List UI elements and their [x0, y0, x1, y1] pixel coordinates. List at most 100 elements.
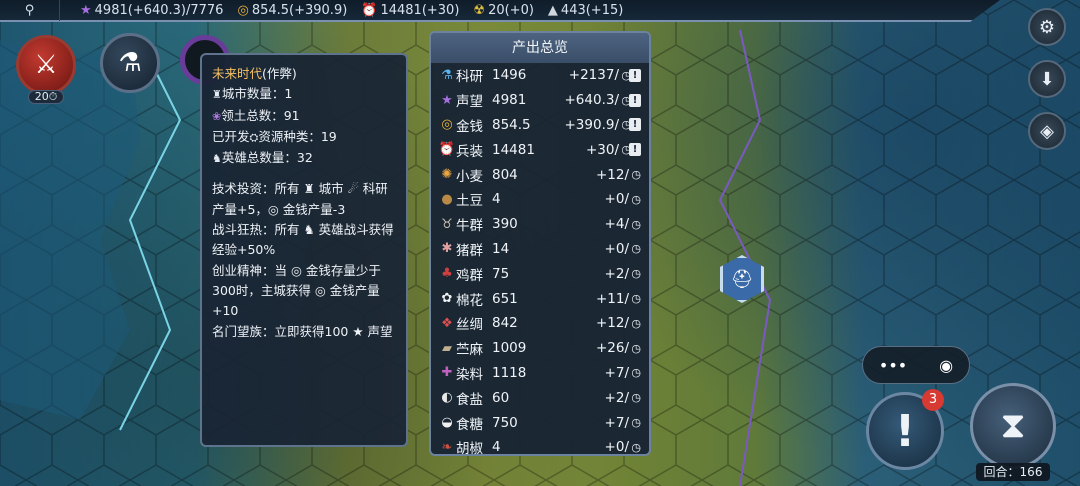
output-row-pig[interactable]: ✱ 猪群 14 +0/◷	[431, 237, 649, 262]
resource-amount: 75	[492, 265, 510, 282]
resource-type-icon: ⛭	[249, 130, 259, 144]
resource-rate: +30/	[585, 141, 619, 158]
effect-list: 技术投资：所有 ♜ 城市 ☄ 科研产量+5，◎ 金钱产量-3 战斗狂热：所有 ♞ …	[212, 179, 396, 341]
resource-name: 猪群	[456, 242, 483, 259]
download-button[interactable]: ⬇	[1028, 60, 1066, 98]
download-icon: ⬇	[1039, 68, 1055, 90]
silk-icon: ❖	[441, 315, 453, 331]
output-row-potato[interactable]: ● 土豆 4 +0/◷	[431, 187, 649, 212]
resource-value: 854.5(+390.9)	[251, 2, 348, 18]
resource-rate: +7/	[604, 364, 629, 381]
gold-icon: ◎	[441, 117, 453, 133]
tag-button[interactable]: ◈	[1028, 112, 1066, 150]
stat-label: 领土总数：	[221, 107, 284, 123]
resource-amount: 4981	[492, 92, 527, 109]
output-row-chicken[interactable]: ♣ 鸡群 75 +2/◷	[431, 261, 649, 286]
turn-counter: 回合：166	[976, 463, 1050, 481]
resource-name: 金钱	[456, 118, 483, 135]
flask-icon: ⚗	[118, 48, 142, 78]
clock-icon: ◷	[631, 292, 641, 306]
era-heading: 未来时代(作弊)	[212, 64, 396, 84]
battle-button[interactable]: ⚔	[16, 35, 76, 95]
stat-label: 资源种类：	[258, 128, 321, 144]
pig-icon: ✱	[441, 241, 453, 257]
output-row-prestige[interactable]: ★ 声望 4981 +640.3/◷!	[431, 88, 649, 113]
resource-rate: +390.9/	[564, 116, 619, 133]
more-icon[interactable]: •••	[879, 356, 907, 375]
resource-amount: 1496	[492, 67, 527, 84]
effect-text: 名门望族：立即获得100 ★ 声望	[212, 323, 393, 339]
output-row-wheat[interactable]: ✺ 小麦 804 +12/◷	[431, 162, 649, 187]
sugar-icon: ◒	[441, 415, 453, 431]
warning-icon[interactable]: !	[629, 118, 641, 132]
resource-anvil[interactable]: ▲ 443(+15)	[548, 3, 623, 18]
warning-icon[interactable]: !	[629, 68, 641, 82]
output-row-dye[interactable]: ✚ 染料 1118 +7/◷	[431, 361, 649, 386]
resource-amount: 60	[492, 389, 510, 406]
resource-rate: +0/	[604, 240, 629, 257]
potato-icon: ●	[441, 191, 453, 207]
clock-icon: ◷	[631, 440, 641, 454]
resource-rate: +12/	[595, 166, 629, 183]
resource-alarm[interactable]: ⏰ 14481(+30)	[361, 3, 459, 18]
chicken-icon: ♣	[441, 266, 453, 282]
output-row-silk[interactable]: ❖ 丝绸 842 +12/◷	[431, 311, 649, 336]
anvil-icon: ▲	[547, 2, 558, 18]
stat-row: 已开发⛭资源种类：19	[212, 127, 396, 148]
resource-amount: 390	[492, 216, 518, 233]
alarm-icon: ⏰	[361, 2, 378, 18]
clock-icon: ◷	[631, 316, 641, 330]
resource-rate: +7/	[604, 414, 629, 431]
resource-star[interactable]: ★ 4981(+640.3)/7776	[80, 3, 223, 18]
output-row-cotton[interactable]: ✿ 棉花 651 +11/◷	[431, 286, 649, 311]
clock-icon: ◷	[631, 217, 641, 231]
settings-button[interactable]: ⚙	[1028, 8, 1066, 46]
output-row-science[interactable]: ⚗ 科研 1496 +2137/◷!	[431, 63, 649, 88]
science-icon: ⚗	[441, 67, 453, 83]
stat-row: ♞英雄总数量：32	[212, 148, 396, 169]
resource-name: 食糖	[456, 416, 483, 433]
research-button[interactable]: ⚗	[100, 33, 160, 93]
summary-title: 产出总览	[431, 33, 649, 63]
resource-rate: +0/	[604, 439, 629, 456]
resource-name: 食盐	[456, 391, 483, 408]
resource-name: 苎麻	[456, 342, 483, 359]
output-row-pepper[interactable]: ❧ 胡椒 4 +0/◷	[431, 435, 649, 456]
resource-amount: 14481	[492, 141, 535, 158]
resource-bar: ⚲ ★ 4981(+640.3)/7776 ◎ 854.5(+390.9) ⏰ 14481…	[0, 0, 1000, 22]
resource-radiation[interactable]: ☢ 20(+0)	[473, 3, 534, 18]
clock-icon: ◷	[631, 267, 641, 281]
resource-value: 4981(+640.3)/7776	[94, 2, 224, 18]
hourglass-icon: ⧗	[1000, 405, 1026, 446]
warning-icon[interactable]: !	[629, 93, 641, 107]
end-turn-button[interactable]: ⧗	[970, 383, 1056, 469]
resource-value: 20(+0)	[488, 2, 534, 18]
tag-icon: ◈	[1040, 120, 1054, 142]
warning-icon[interactable]: !	[629, 143, 641, 157]
resource-list: ★ 4981(+640.3)/7776 ◎ 854.5(+390.9) ⏰ 14481(+…	[60, 3, 637, 18]
coin-icon: ◎	[237, 2, 249, 18]
clock-icon: ◷	[631, 341, 641, 355]
menu-pill[interactable]: ••• ◉	[862, 346, 970, 384]
resource-rate: +12/	[595, 315, 629, 332]
clock-icon: ◷	[631, 366, 641, 380]
search-button[interactable]: ⚲	[0, 0, 60, 21]
output-row-equipment[interactable]: ⏰ 兵装 14481 +30/◷!	[431, 137, 649, 162]
territory-icon: ❀	[212, 109, 222, 123]
output-row-salt[interactable]: ◐ 食盐 60 +2/◷	[431, 385, 649, 410]
stat-label: 已开发	[212, 128, 250, 144]
cotton-icon: ✿	[441, 291, 453, 307]
output-summary-panel[interactable]: 产出总览 ⚗ 科研 1496 +2137/ ◷! ★ 声望 4981 +640.3/ ◷! ◎ 金钱 8…	[429, 31, 651, 456]
output-row-cattle[interactable]: ♉ 牛群 390 +4/◷	[431, 212, 649, 237]
output-row-sugar[interactable]: ◒ 食糖 750 +7/◷	[431, 410, 649, 435]
resource-name: 声望	[456, 94, 483, 111]
target-icon[interactable]: ◉	[939, 356, 953, 375]
output-row-gold[interactable]: ◎ 金钱 854.5 +390.9/◷!	[431, 113, 649, 138]
resource-rate: +26/	[595, 340, 629, 357]
resource-rate: +2/	[604, 265, 629, 282]
output-row-hemp[interactable]: ▰ 苎麻 1009 +26/◷	[431, 336, 649, 361]
resource-coin[interactable]: ◎ 854.5(+390.9)	[237, 3, 347, 18]
resource-amount: 1118	[492, 364, 527, 381]
stat-value: 1	[284, 86, 293, 102]
exclamation-icon: !	[894, 405, 916, 457]
